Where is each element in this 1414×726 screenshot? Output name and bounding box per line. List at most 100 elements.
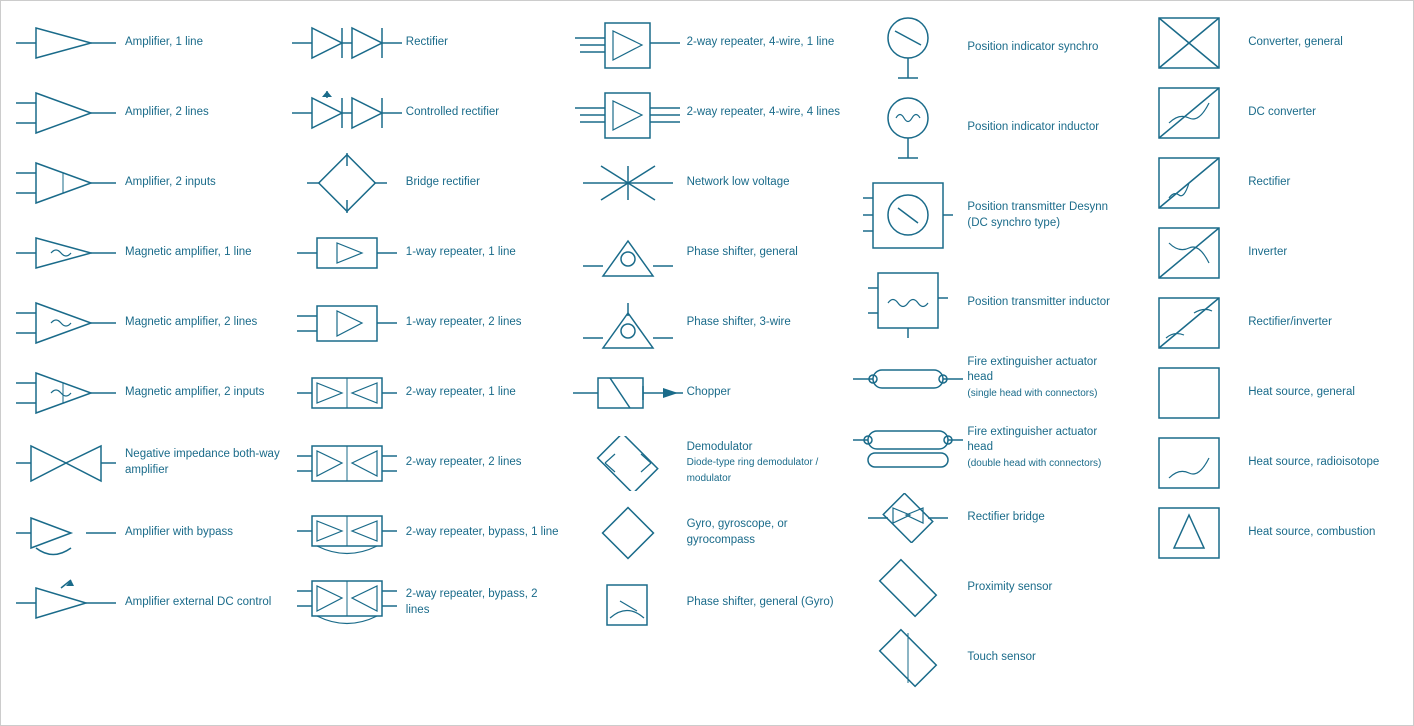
col-rectifiers: Rectifier Controlled rectifier: [286, 9, 567, 692]
list-item: Magnetic amplifier, 1 line: [5, 219, 286, 287]
label-chopper: Chopper: [683, 385, 842, 401]
label-amp2i: Amplifier, 2 inputs: [121, 175, 280, 191]
symbol-possynchro: [853, 13, 963, 83]
symbol-rep4w4l: [573, 83, 683, 143]
list-item: Amplifier external DC control: [5, 569, 286, 637]
col-converters: Converter, general DC converter Rect: [1128, 9, 1409, 692]
label-netlv: Network low voltage: [683, 175, 842, 191]
label-postransdesynn: Position transmitter Desynn (DC synchro …: [963, 200, 1122, 231]
label-convgen: Converter, general: [1244, 35, 1403, 51]
label-demod: Demodulator Diode-type ring demodulator …: [683, 440, 842, 487]
symbol-posinductor: [853, 93, 963, 163]
label-dcconv: DC converter: [1244, 105, 1403, 121]
symbol-inverter: [1134, 223, 1244, 283]
symbol-amp2: [11, 88, 121, 138]
list-item: 2-way repeater, 4-wire, 1 line: [567, 9, 848, 77]
list-item: Position indicator inductor: [847, 89, 1128, 167]
label-postransinductor: Position transmitter inductor: [963, 295, 1122, 311]
symbol-rep2wb1: [292, 506, 402, 561]
label-heatrad: Heat source, radioisotope: [1244, 455, 1403, 471]
label-ampbypass: Amplifier with bypass: [121, 525, 280, 541]
list-item: Amplifier, 1 line: [5, 9, 286, 77]
symbol-chopper: [573, 366, 683, 421]
list-item: Chopper: [567, 359, 848, 427]
label-inverter: Inverter: [1244, 245, 1403, 261]
symbol-rep1w1: [292, 228, 402, 278]
symbol-bridge: [292, 153, 402, 213]
symbol-rectbridge: [853, 493, 963, 543]
symbol-demod: [573, 436, 683, 491]
label-rep2wb1: 2-way repeater, bypass, 1 line: [402, 525, 561, 541]
list-item: 2-way repeater, bypass, 1 line: [286, 499, 567, 567]
list-item: Position transmitter Desynn (DC synchro …: [847, 169, 1128, 262]
label-rep2w2: 2-way repeater, 2 lines: [402, 455, 561, 471]
list-item: Proximity sensor: [847, 554, 1128, 622]
label-crect: Controlled rectifier: [402, 105, 561, 121]
label-phase3: Phase shifter, 3-wire: [683, 315, 842, 331]
symbol-netlv: [573, 156, 683, 211]
col-phase: 2-way repeater, 4-wire, 1 line 2-way rep…: [567, 9, 848, 692]
list-item: Negative impedance both-way amplifier: [5, 429, 286, 497]
list-item: 2-way repeater, 4-wire, 4 lines: [567, 79, 848, 147]
symbol-postransinductor: [853, 268, 963, 338]
list-item: Position transmitter inductor: [847, 264, 1128, 342]
symbol-touch: [853, 628, 963, 688]
col-amplifiers: Amplifier, 1 line Amplifier, 2 lines: [5, 9, 286, 692]
list-item: 2-way repeater, 2 lines: [286, 429, 567, 497]
symbol-grid: Amplifier, 1 line Amplifier, 2 lines: [1, 1, 1413, 700]
symbol-rep2w2: [292, 436, 402, 491]
symbol-rep2wb2: [292, 573, 402, 633]
list-item: Network low voltage: [567, 149, 848, 217]
list-item: Phase shifter, 3-wire: [567, 289, 848, 357]
label-rectbridge: Rectifier bridge: [963, 510, 1122, 526]
list-item: 1-way repeater, 2 lines: [286, 289, 567, 357]
symbol-rep2w1: [292, 368, 402, 418]
label-amp2: Amplifier, 2 lines: [121, 105, 280, 121]
list-item: Gyro, gyroscope, or gyrocompass: [567, 499, 848, 567]
label-bridge: Bridge rectifier: [402, 175, 561, 191]
symbol-magamp2i: [11, 368, 121, 418]
list-item: Inverter: [1128, 219, 1409, 287]
symbol-rectinv: [1134, 293, 1244, 353]
symbol-heatsrc: [1134, 363, 1244, 423]
label-gyro: Gyro, gyroscope, or gyrocompass: [683, 517, 842, 548]
list-item: Fire extinguisher actuator head (double …: [847, 414, 1128, 482]
label-magamp2: Magnetic amplifier, 2 lines: [121, 315, 280, 331]
symbol-ampbypass: [11, 503, 121, 563]
label-rectinv: Rectifier/inverter: [1244, 315, 1403, 331]
symbol-magamp1: [11, 233, 121, 273]
label-rect4: Rectifier: [1244, 175, 1403, 191]
list-item: Heat source, combustion: [1128, 499, 1409, 567]
label-ampdc: Amplifier external DC control: [121, 595, 280, 611]
symbol-phaseg: [573, 226, 683, 281]
label-phaseg: Phase shifter, general: [683, 245, 842, 261]
symbol-negamp: [11, 436, 121, 491]
list-item: DC converter: [1128, 79, 1409, 147]
label-heatsrc: Heat source, general: [1244, 385, 1403, 401]
symbol-rep1w2: [292, 296, 402, 351]
symbol-rep4w1l: [573, 13, 683, 73]
list-item: Rectifier: [286, 9, 567, 77]
label-firehead1: Fire extinguisher actuator head (single …: [963, 355, 1122, 402]
list-item: Touch sensor: [847, 624, 1128, 692]
list-item: Phase shifter, general: [567, 219, 848, 287]
list-item: Heat source, radioisotope: [1128, 429, 1409, 497]
list-item: Magnetic amplifier, 2 lines: [5, 289, 286, 357]
list-item: 2-way repeater, bypass, 2 lines: [286, 569, 567, 637]
label-possynchro: Position indicator synchro: [963, 40, 1122, 56]
list-item: Rectifier bridge: [847, 484, 1128, 552]
col-position: Position indicator synchro Position indi…: [847, 9, 1128, 692]
list-item: Demodulator Diode-type ring demodulator …: [567, 429, 848, 497]
symbol-rect: [292, 23, 402, 63]
label-touch: Touch sensor: [963, 650, 1122, 666]
symbol-gyro: [573, 503, 683, 563]
label-negamp: Negative impedance both-way amplifier: [121, 447, 280, 478]
label-amp1: Amplifier, 1 line: [121, 35, 280, 51]
label-firehead2: Fire extinguisher actuator head (double …: [963, 425, 1122, 472]
label-rect: Rectifier: [402, 35, 561, 51]
label-heatcomb: Heat source, combustion: [1244, 525, 1403, 541]
list-item: Phase shifter, general (Gyro): [567, 569, 848, 637]
symbol-dcconv: [1134, 83, 1244, 143]
symbol-postransdesynn: [853, 173, 963, 258]
label-phasegyro: Phase shifter, general (Gyro): [683, 595, 842, 611]
